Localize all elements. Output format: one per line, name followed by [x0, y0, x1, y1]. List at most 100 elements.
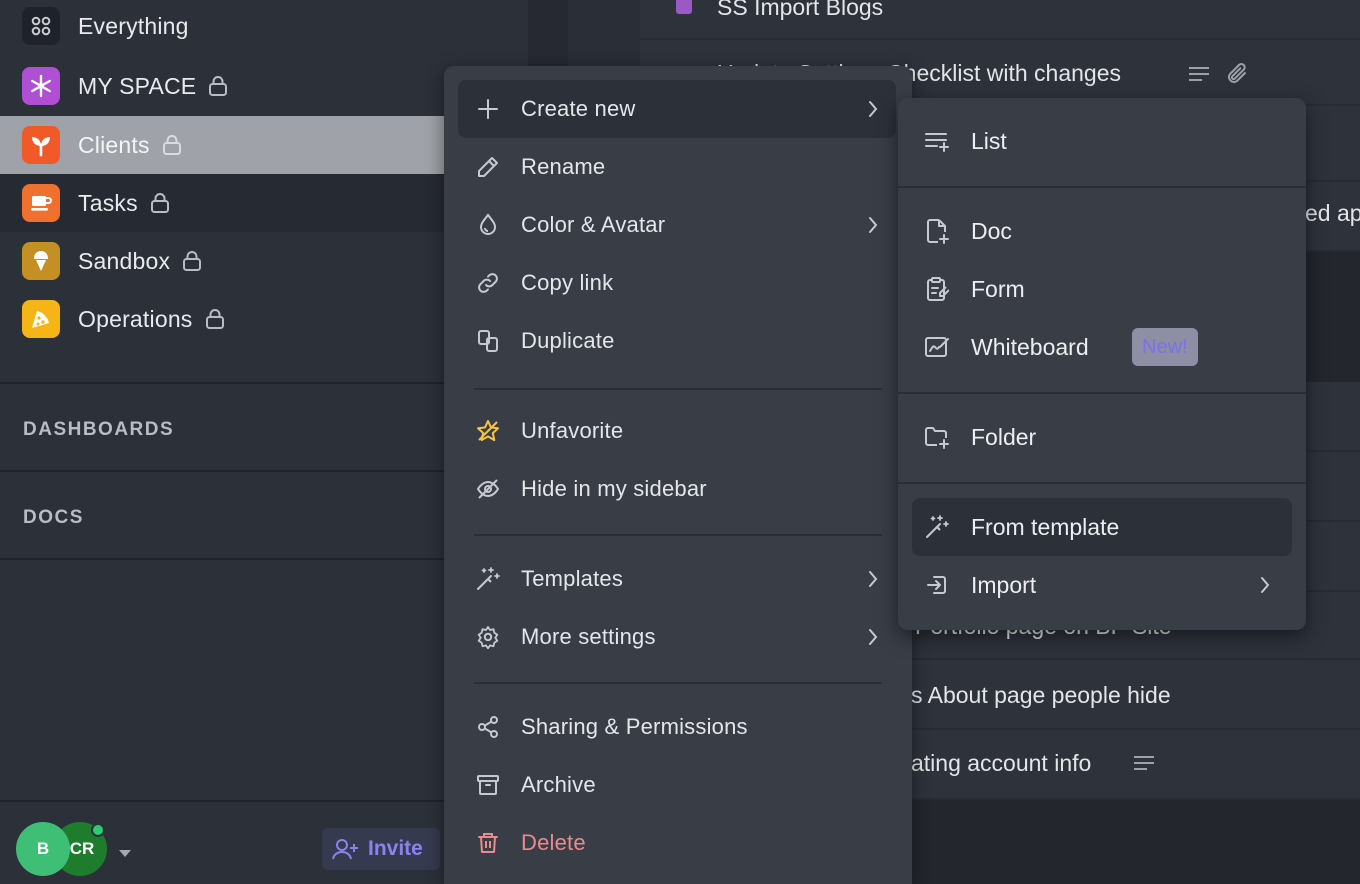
menu-divider	[474, 682, 882, 684]
menu-item-create-new[interactable]: Create new	[458, 80, 896, 138]
menu-item-rename[interactable]: Rename	[458, 138, 896, 196]
submenu-item-import[interactable]: Import	[912, 556, 1292, 614]
menu-item-label: Archive	[521, 772, 596, 797]
menu-item-duplicate[interactable]: Duplicate	[458, 312, 896, 370]
submenu-item-label: Folder	[971, 423, 1037, 450]
create-new-submenu: List Doc Form Whiteboard New! Folder Fro…	[898, 98, 1306, 630]
status-square	[676, 0, 692, 14]
section-dashboards[interactable]: DASHBOARDS	[23, 419, 174, 441]
chevron-right-icon	[1260, 576, 1270, 594]
menu-item-label: Duplicate	[521, 328, 615, 353]
menu-item-label: Rename	[521, 154, 606, 179]
menu-item-label: Create new	[521, 96, 636, 121]
magic-wand-icon	[474, 565, 502, 593]
grid-icon	[22, 7, 60, 45]
invite-button[interactable]: Invite	[322, 828, 440, 870]
chevron-right-icon	[868, 628, 878, 646]
share-icon	[474, 713, 502, 741]
new-badge: New!	[1132, 328, 1198, 366]
menu-item-label: Templates	[521, 566, 624, 591]
menu-item-archive[interactable]: Archive	[458, 756, 896, 814]
menu-item-templates[interactable]: Templates	[458, 550, 896, 608]
menu-item-label: Color & Avatar	[521, 212, 666, 237]
menu-item-color-avatar[interactable]: Color & Avatar	[458, 196, 896, 254]
invite-label: Invite	[368, 837, 423, 860]
lock-icon	[205, 308, 225, 330]
divider	[0, 382, 444, 384]
chevron-right-icon	[868, 100, 878, 118]
list-add-icon	[923, 127, 951, 155]
lock-icon	[182, 250, 202, 272]
ice-cream-icon	[22, 242, 60, 280]
task-name[interactable]: ed ap	[1305, 200, 1360, 227]
chevron-right-icon	[868, 570, 878, 588]
whiteboard-icon	[923, 333, 951, 361]
divider	[0, 470, 444, 472]
lock-icon	[162, 134, 182, 156]
plus-icon	[474, 95, 502, 123]
space-name: Sandbox	[78, 247, 171, 274]
submenu-item-label: List	[971, 127, 1007, 154]
submenu-item-form[interactable]: Form	[912, 260, 1292, 318]
space-name: Clients	[78, 131, 150, 158]
description-icon	[1133, 755, 1155, 776]
menu-divider	[898, 392, 1306, 394]
sidebar-item-everything[interactable]: Everything	[0, 0, 528, 55]
task-name[interactable]: ating account info	[911, 750, 1091, 777]
menu-item-label: Delete	[521, 830, 586, 855]
magic-wand-icon	[923, 513, 951, 541]
snowflake-icon	[22, 67, 60, 105]
space-name: Operations	[78, 305, 193, 332]
task-name[interactable]: s About page people hide	[911, 682, 1171, 709]
trash-icon	[474, 829, 502, 857]
menu-item-unfavorite[interactable]: Unfavorite	[458, 402, 896, 460]
section-docs[interactable]: DOCS	[23, 507, 84, 529]
attachment-icon	[1225, 62, 1249, 91]
submenu-item-folder[interactable]: Folder	[912, 408, 1292, 466]
submenu-item-from-template[interactable]: From template	[912, 498, 1292, 556]
menu-item-copy-link[interactable]: Copy link	[458, 254, 896, 312]
space-name: Tasks	[78, 189, 138, 216]
space-name: MY SPACE	[78, 72, 197, 99]
divider	[0, 558, 444, 560]
avatar[interactable]: B	[16, 822, 70, 876]
submenu-item-label: Doc	[971, 217, 1012, 244]
space-name: Everything	[78, 12, 189, 39]
chevron-right-icon	[868, 216, 878, 234]
doc-add-icon	[923, 217, 951, 245]
folder-add-icon	[923, 423, 951, 451]
submenu-item-label: Whiteboard	[971, 333, 1089, 360]
menu-item-hide-in-sidebar[interactable]: Hide in my sidebar	[458, 460, 896, 518]
lock-icon	[208, 75, 228, 97]
pizza-icon	[22, 300, 60, 338]
import-icon	[923, 571, 951, 599]
sprout-icon	[22, 126, 60, 164]
pencil-icon	[474, 153, 502, 181]
menu-item-label: Unfavorite	[521, 418, 624, 443]
menu-item-sharing-permissions[interactable]: Sharing & Permissions	[458, 698, 896, 756]
submenu-item-whiteboard[interactable]: Whiteboard New!	[912, 318, 1292, 376]
submenu-item-label: Form	[971, 275, 1025, 302]
duplicate-icon	[474, 327, 502, 355]
context-menu: Create new Rename Color & Avatar Copy li…	[444, 66, 912, 884]
gear-icon	[474, 623, 502, 651]
lock-icon	[150, 192, 170, 214]
online-status-dot	[91, 823, 105, 837]
description-icon	[1188, 66, 1210, 87]
submenu-item-doc[interactable]: Doc	[912, 202, 1292, 260]
menu-item-delete[interactable]: Delete	[458, 814, 896, 872]
submenu-item-list[interactable]: List	[912, 112, 1292, 170]
caret-down-icon[interactable]	[118, 845, 132, 863]
submenu-item-label: Import	[971, 571, 1037, 598]
menu-item-label: Sharing & Permissions	[521, 714, 748, 739]
menu-item-label: Copy link	[521, 270, 614, 295]
menu-item-label: More settings	[521, 624, 656, 649]
coffee-icon	[22, 184, 60, 222]
star-off-icon	[474, 417, 502, 445]
task-name[interactable]: SS Import Blogs	[717, 0, 883, 21]
menu-item-more-settings[interactable]: More settings	[458, 608, 896, 666]
link-icon	[474, 269, 502, 297]
avatar-initials: CR	[69, 839, 95, 858]
submenu-item-label: From template	[971, 513, 1120, 540]
menu-divider	[474, 388, 882, 390]
